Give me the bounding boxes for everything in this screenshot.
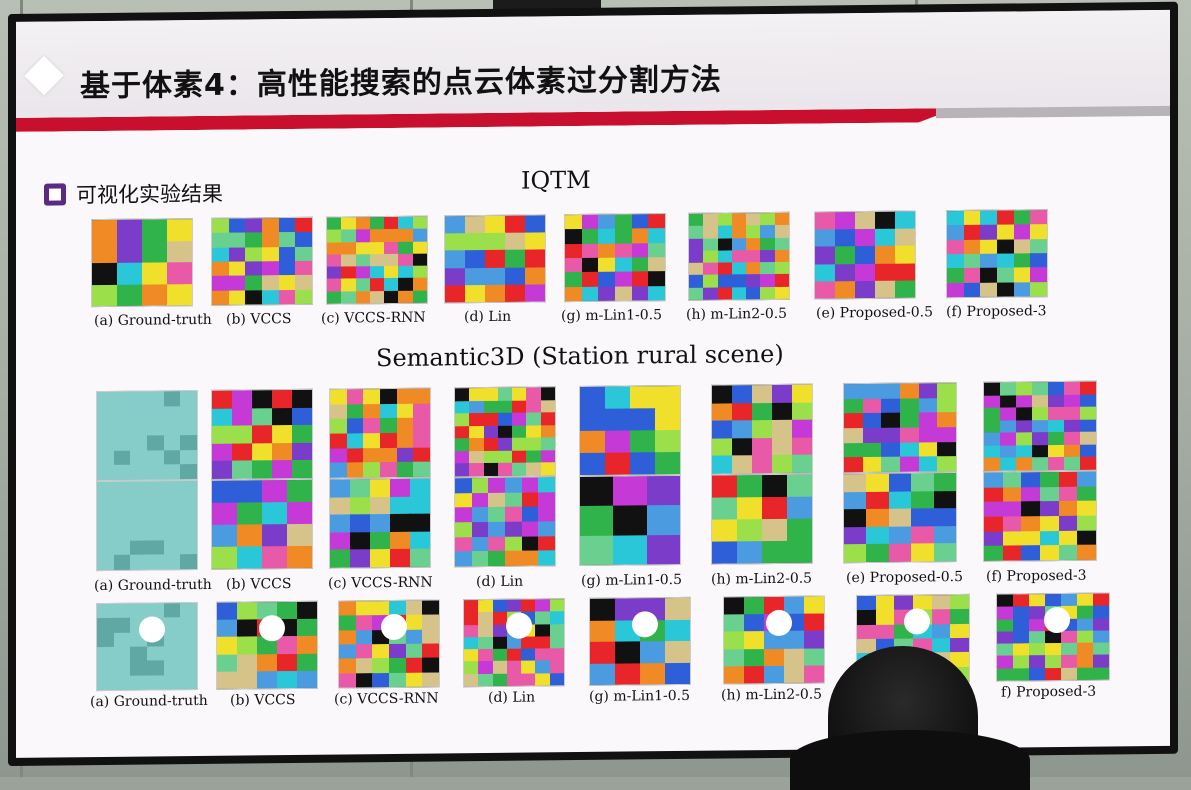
grey-accent-bar xyxy=(936,105,1170,119)
semantic-row2-caption: (h) m-Lin2-0.5 xyxy=(721,686,823,704)
segmentation-image xyxy=(814,210,916,300)
title-bar: 基于体素4：高性能搜索的点云体素过分割方法 xyxy=(16,9,1170,122)
iqtm-caption: (b) VCCS xyxy=(226,311,292,328)
audience-shoulder xyxy=(790,730,1030,790)
white-circle-marker xyxy=(766,609,792,636)
segmentation-image xyxy=(211,388,313,480)
segmentation-image xyxy=(454,386,556,478)
segmentation-image xyxy=(983,470,1097,562)
white-circle-marker xyxy=(139,616,165,643)
white-circle-marker xyxy=(1044,606,1071,634)
semantic-row2-caption: f) Proposed-3 xyxy=(1001,683,1097,701)
semantic-row2-caption: (d) Lin xyxy=(488,689,536,706)
iqtm-caption: (d) Lin xyxy=(464,308,512,326)
semantic-row1-caption: (b) VCCS xyxy=(226,576,292,593)
semantic-row1-caption: (h) m-Lin2-0.5 xyxy=(711,570,813,588)
segmentation-image xyxy=(338,599,440,689)
segmentation-image xyxy=(564,213,666,303)
segmentation-image xyxy=(723,595,825,685)
white-circle-marker xyxy=(259,614,285,642)
semantic-row2-caption: (g) m-Lin1-0.5 xyxy=(589,687,691,705)
iqtm-caption: (h) m-Lin2-0.5 xyxy=(686,305,788,323)
group-title-iqtm: IQTM xyxy=(521,165,591,195)
segmentation-image xyxy=(96,390,198,482)
segmentation-image xyxy=(96,480,198,572)
segmentation-image xyxy=(329,387,431,479)
white-circle-marker xyxy=(381,613,407,640)
segmentation-image xyxy=(454,476,556,568)
diamond-icon xyxy=(24,55,64,96)
group-title-semantic3d: Semantic3D (Station rural scene) xyxy=(376,339,784,373)
segmentation-image xyxy=(711,473,813,565)
segmentation-image xyxy=(843,472,957,564)
red-accent-bar xyxy=(16,108,956,132)
tv-monitor: 基于体素4：高性能搜索的点云体素过分割方法 可视化实验结果 IQTM Seman… xyxy=(8,1,1178,767)
white-circle-marker xyxy=(904,608,931,635)
segmentation-image xyxy=(579,384,681,477)
semantic-row1-caption: (a) Ground-truth xyxy=(94,576,212,595)
segmentation-image xyxy=(463,598,565,688)
segmentation-image xyxy=(216,600,318,690)
segmentation-image xyxy=(711,383,813,475)
segmentation-image xyxy=(444,214,546,304)
segmentation-image xyxy=(946,209,1048,299)
semantic-row1-caption: (g) m-Lin1-0.5 xyxy=(581,571,683,589)
segmentation-image xyxy=(211,216,313,306)
segmentation-image xyxy=(996,592,1110,682)
segmentation-image xyxy=(688,211,790,301)
semantic-row2-caption: (b) VCCS xyxy=(230,691,296,709)
white-circle-marker xyxy=(506,612,532,639)
segmentation-image xyxy=(589,596,691,686)
iqtm-caption: (c) VCCS-RNN xyxy=(321,309,426,327)
iqtm-caption: (f) Proposed-3 xyxy=(946,303,1047,321)
semantic-row2-caption: (a) Ground-truth xyxy=(90,692,208,711)
segmentation-image xyxy=(983,380,1097,472)
semantic-row2-caption: (c) VCCS-RNN xyxy=(334,690,439,708)
semantic-row1-caption: (c) VCCS-RNN xyxy=(328,574,433,592)
section-label: 可视化实验结果 xyxy=(76,181,223,208)
segmentation-image xyxy=(326,215,428,305)
white-circle-marker xyxy=(632,611,658,638)
iqtm-caption: (a) Ground-truth xyxy=(94,311,212,330)
segmentation-image xyxy=(843,382,957,474)
segmentation-image xyxy=(211,478,313,570)
checkbox-square-icon xyxy=(44,183,66,206)
slide-title: 基于体素4：高性能搜索的点云体素过分割方法 xyxy=(80,62,722,105)
segmentation-image xyxy=(329,477,431,569)
semantic-row1-caption: (e) Proposed-0.5 xyxy=(846,568,964,587)
section-heading: 可视化实验结果 xyxy=(44,178,223,210)
segmentation-image xyxy=(579,474,681,567)
semantic-row1-caption: (f) Proposed-3 xyxy=(986,567,1087,585)
presentation-slide: 基于体素4：高性能搜索的点云体素过分割方法 可视化实验结果 IQTM Seman… xyxy=(16,9,1170,758)
segmentation-image xyxy=(96,602,198,692)
iqtm-caption: (e) Proposed-0.5 xyxy=(816,304,934,322)
iqtm-caption: (g) m-Lin1-0.5 xyxy=(561,307,663,325)
semantic-row1-caption: (d) Lin xyxy=(476,573,524,591)
segmentation-image xyxy=(91,218,193,308)
